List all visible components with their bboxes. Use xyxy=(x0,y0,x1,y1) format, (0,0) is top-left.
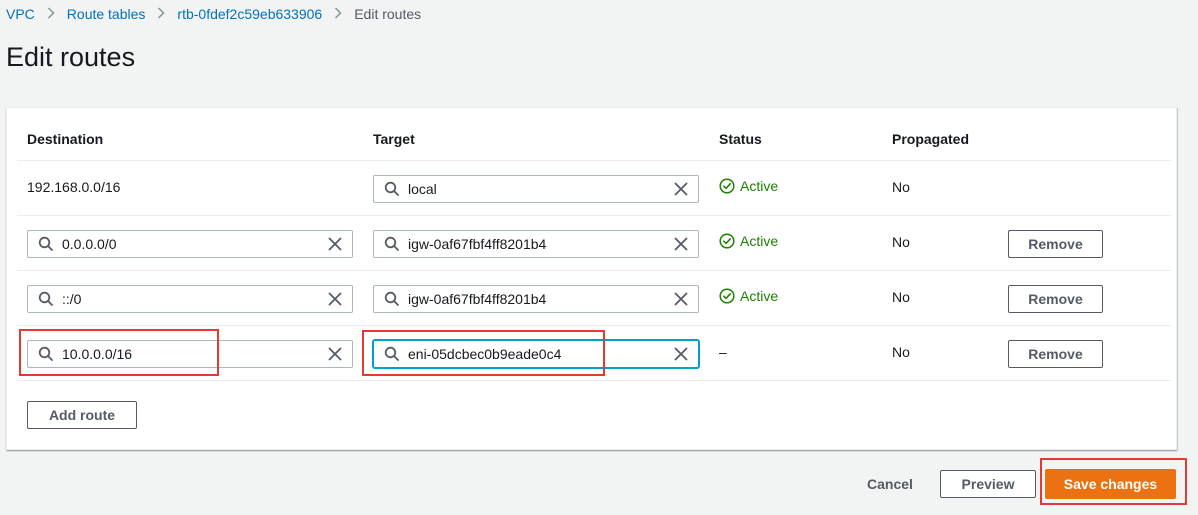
destination-field[interactable]: ::/0 xyxy=(27,285,353,313)
remove-button[interactable]: Remove xyxy=(1008,230,1103,258)
close-icon[interactable] xyxy=(668,286,694,312)
row-divider xyxy=(17,325,1171,326)
breadcrumb-route-tables[interactable]: Route tables xyxy=(67,6,146,22)
search-icon xyxy=(378,231,406,257)
destination-value: 10.0.0.0/16 xyxy=(62,346,133,362)
breadcrumb: VPC Route tables rtb-0fdef2c59eb633906 E… xyxy=(6,6,421,22)
chevron-right-icon xyxy=(334,6,342,22)
close-icon[interactable] xyxy=(668,176,694,202)
close-icon[interactable] xyxy=(668,341,694,367)
status-text: Active xyxy=(740,233,779,249)
destination-value: ::/0 xyxy=(62,291,82,307)
destination-field[interactable]: 10.0.0.0/16 xyxy=(27,340,353,368)
search-icon xyxy=(32,286,60,312)
search-icon xyxy=(378,286,406,312)
chevron-right-icon xyxy=(157,6,165,22)
target-field[interactable]: eni-05dcbec0b9eade0c4 xyxy=(373,340,699,368)
breadcrumb-vpc[interactable]: VPC xyxy=(6,6,35,22)
target-value: igw-0af67fbf4ff8201b4 xyxy=(408,291,547,307)
search-icon xyxy=(378,176,406,202)
check-circle-icon xyxy=(719,178,735,194)
row-divider xyxy=(17,270,1171,271)
propagated-text: No xyxy=(892,344,910,360)
status-badge: Active xyxy=(719,233,778,249)
save-changes-button[interactable]: Save changes xyxy=(1045,469,1176,499)
search-icon xyxy=(32,231,60,257)
target-field[interactable]: local xyxy=(373,175,699,203)
close-icon[interactable] xyxy=(668,231,694,257)
close-icon[interactable] xyxy=(322,231,348,257)
remove-button[interactable]: Remove xyxy=(1008,340,1103,368)
close-icon[interactable] xyxy=(322,286,348,312)
status-text: Active xyxy=(740,288,779,304)
header-status: Status xyxy=(719,131,762,147)
target-value: eni-05dcbec0b9eade0c4 xyxy=(408,346,562,362)
add-route-button[interactable]: Add route xyxy=(27,401,137,429)
destination-field[interactable]: 0.0.0.0/0 xyxy=(27,230,353,258)
preview-button[interactable]: Preview xyxy=(940,470,1036,498)
page-title: Edit routes xyxy=(6,42,136,72)
routes-panel: Destination Target Status Propagated 192… xyxy=(6,107,1177,450)
status-badge: Active xyxy=(719,288,778,304)
target-value: local xyxy=(408,181,437,197)
propagated-text: No xyxy=(892,179,910,195)
propagated-text: No xyxy=(892,234,910,250)
breadcrumb-route-table-id[interactable]: rtb-0fdef2c59eb633906 xyxy=(177,6,322,22)
row-divider xyxy=(17,160,1171,161)
target-value: igw-0af67fbf4ff8201b4 xyxy=(408,236,547,252)
row-divider xyxy=(17,380,1171,381)
propagated-text: No xyxy=(892,289,910,305)
breadcrumb-current: Edit routes xyxy=(354,6,422,22)
status-text: – xyxy=(719,344,727,360)
target-field[interactable]: igw-0af67fbf4ff8201b4 xyxy=(373,285,699,313)
close-icon[interactable] xyxy=(322,341,348,367)
header-destination: Destination xyxy=(27,131,104,147)
header-target: Target xyxy=(373,131,415,147)
header-propagated: Propagated xyxy=(892,131,970,147)
check-circle-icon xyxy=(719,233,735,249)
destination-text: 192.168.0.0/16 xyxy=(27,179,121,195)
chevron-right-icon xyxy=(47,6,55,22)
remove-button[interactable]: Remove xyxy=(1008,285,1103,313)
check-circle-icon xyxy=(719,288,735,304)
search-icon xyxy=(32,341,60,367)
search-icon xyxy=(378,341,406,367)
row-divider xyxy=(17,215,1171,216)
status-badge: Active xyxy=(719,178,778,194)
target-field[interactable]: igw-0af67fbf4ff8201b4 xyxy=(373,230,699,258)
cancel-button[interactable]: Cancel xyxy=(867,476,913,492)
status-text: Active xyxy=(740,178,779,194)
destination-value: 0.0.0.0/0 xyxy=(62,236,117,252)
